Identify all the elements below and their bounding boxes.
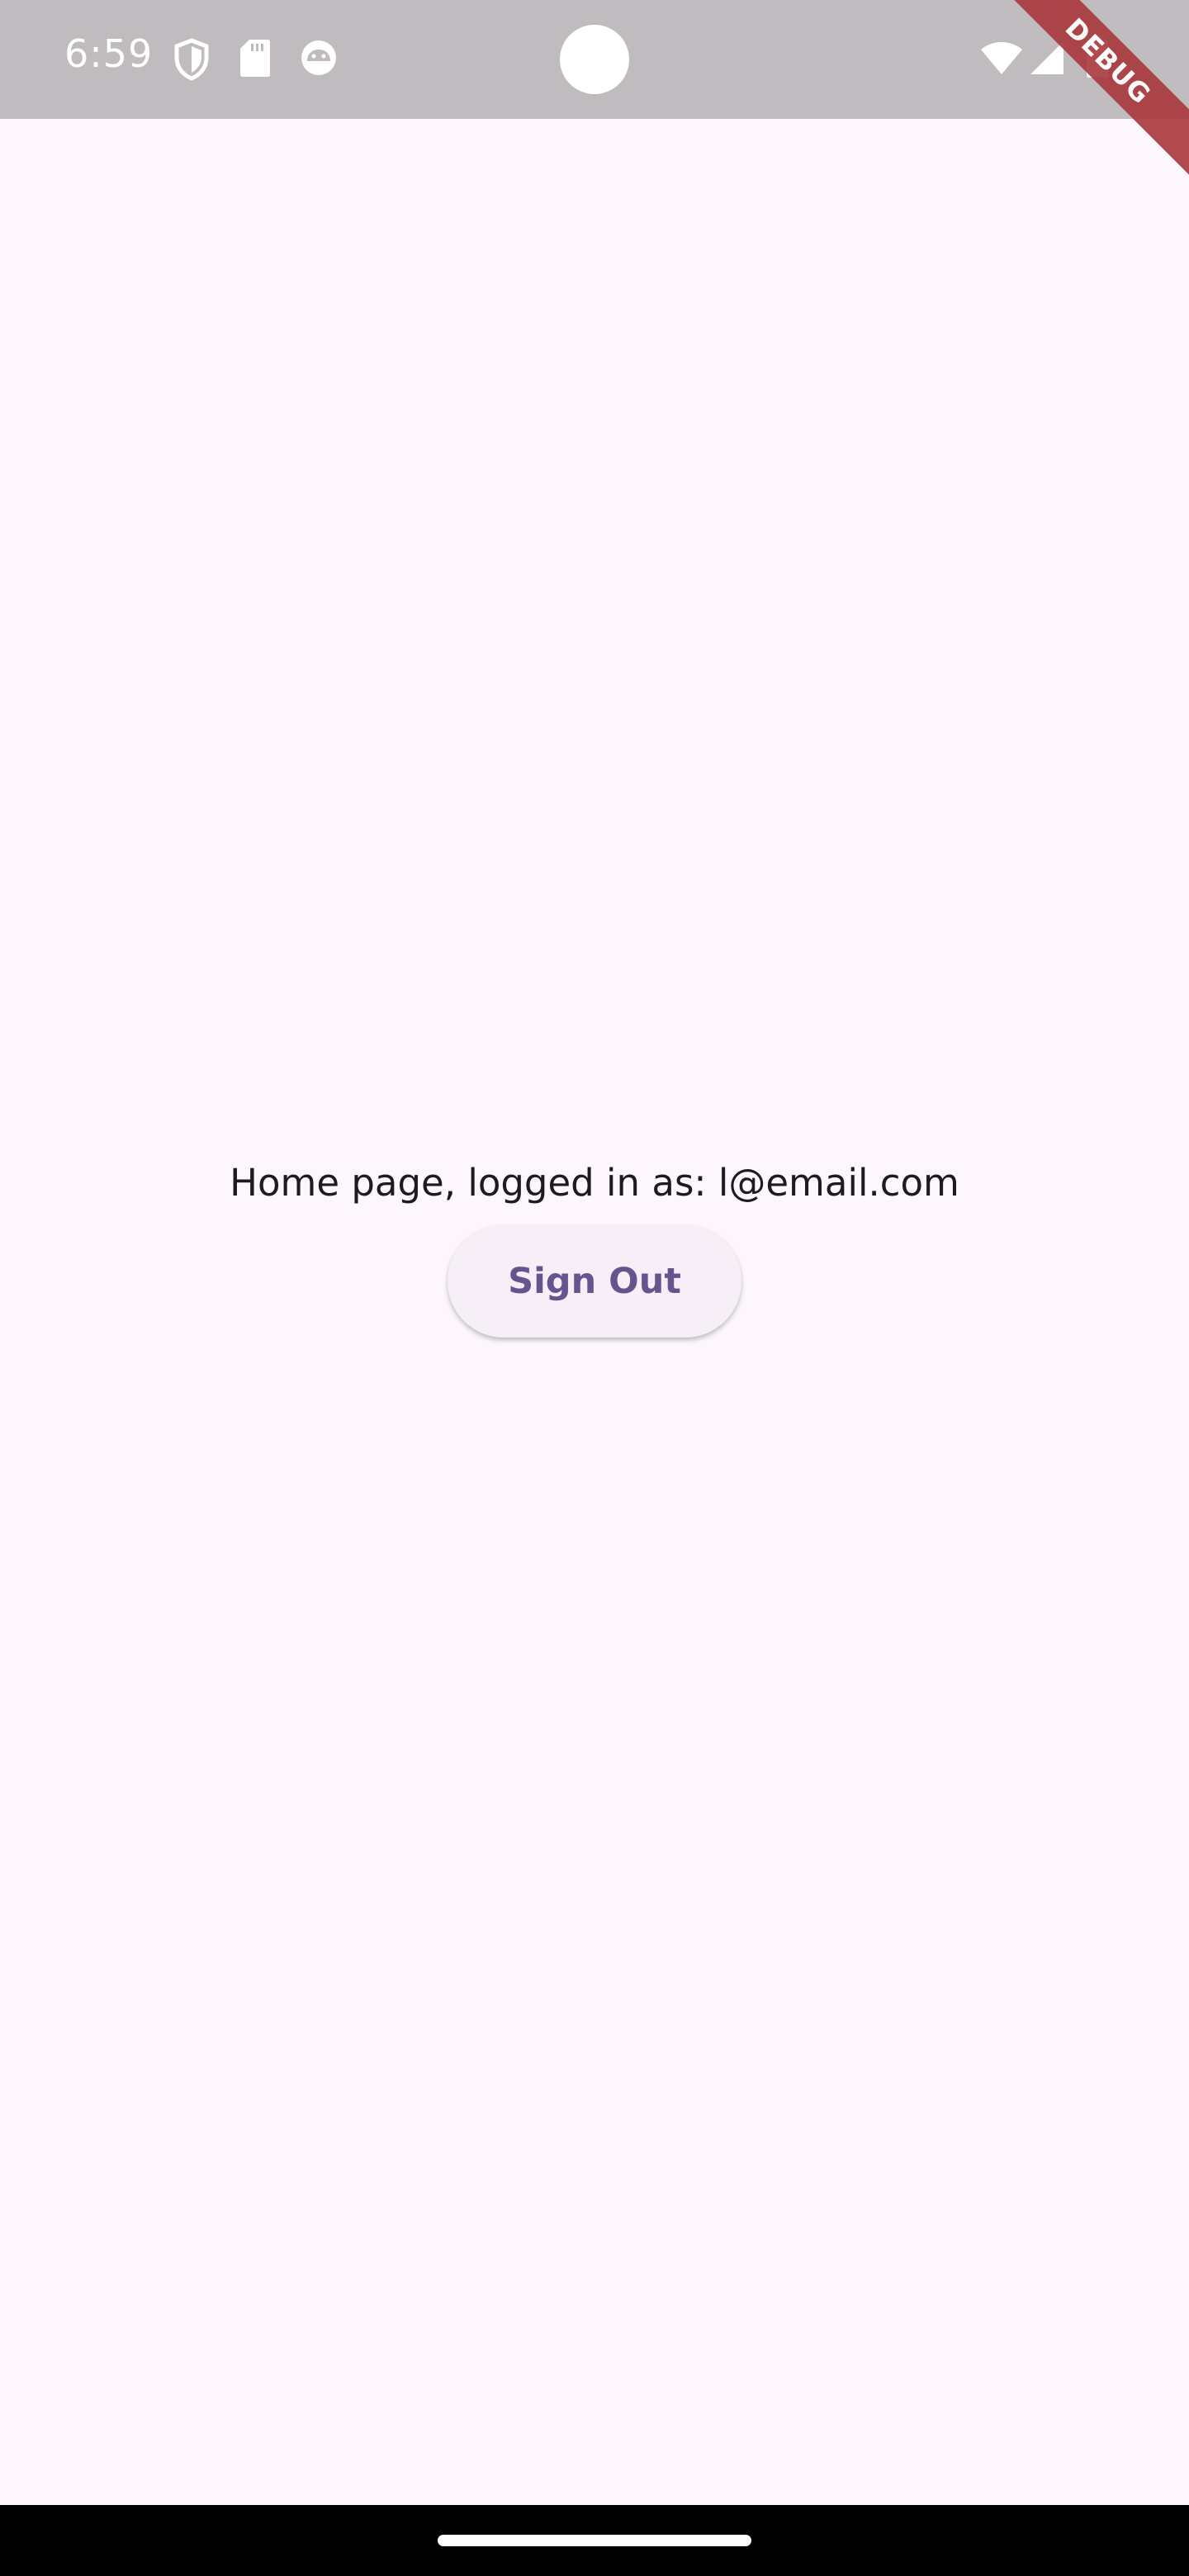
android-face-icon [299,38,339,82]
navigation-bar [0,2505,1189,2576]
logged-in-status-text: Home page, logged in as: l@email.com [230,1161,959,1205]
status-bar: 6:59 DEBUG [0,0,1189,183]
home-indicator-handle[interactable] [438,2535,751,2546]
status-time: 6:59 [64,31,154,76]
camera-cutout [560,25,629,94]
sign-out-button[interactable]: Sign Out [448,1225,741,1338]
sd-card-icon [239,38,271,82]
shield-icon [173,38,210,85]
app-screen: 6:59 DEBUG Home page, logged in as: l@em… [0,0,1189,2576]
wifi-icon [979,40,1024,80]
home-page: Home page, logged in as: l@email.com Sig… [0,119,1189,2505]
